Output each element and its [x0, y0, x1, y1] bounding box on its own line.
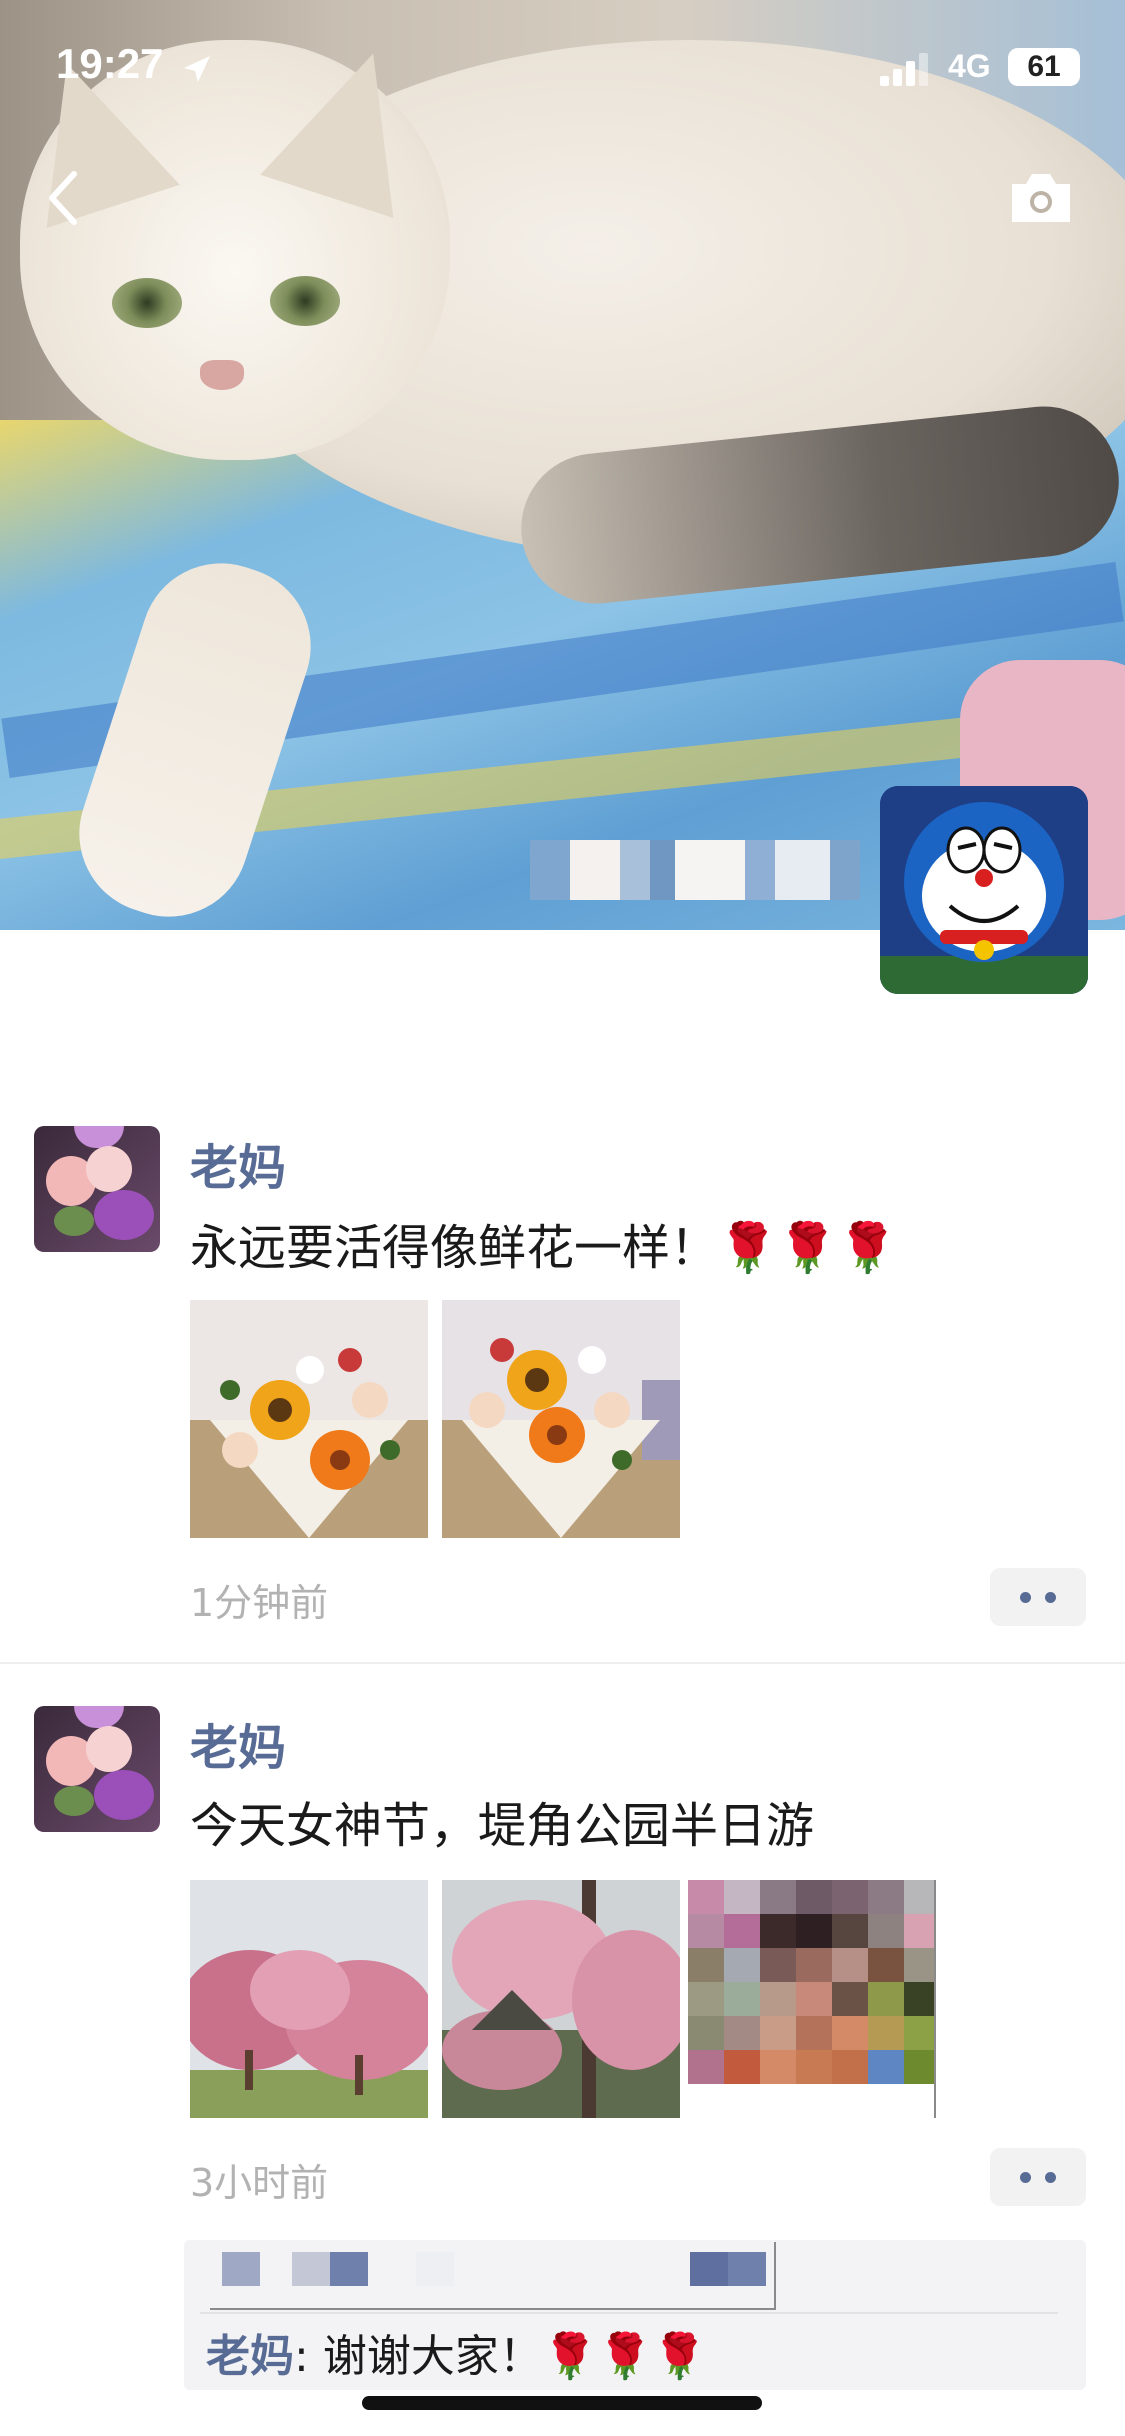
signal-icon [880, 53, 928, 86]
post-image-pixelated[interactable] [688, 1880, 938, 2118]
comment[interactable]: 老妈: 谢谢大家！🌹🌹🌹 [206, 2320, 707, 2384]
post-author-avatar[interactable] [34, 1706, 160, 1832]
comment-author[interactable]: 老妈 [206, 2331, 294, 2382]
profile-avatar[interactable] [880, 786, 1088, 994]
blurred-likes-row [200, 2240, 1058, 2314]
network-type: 4G [948, 48, 991, 84]
likes-comments-panel: 老妈: 谢谢大家！🌹🌹🌹 [184, 2240, 1086, 2390]
post-author-name[interactable]: 老妈 [190, 1128, 286, 1198]
camera-icon[interactable] [1008, 170, 1074, 226]
post-divider [0, 1662, 1125, 1664]
battery-level: 61 [1027, 50, 1061, 83]
post-image-cherry-branch[interactable] [442, 1880, 680, 2118]
comment-text: 谢谢大家！🌹🌹🌹 [308, 2331, 708, 2382]
status-time: 19:27 [56, 40, 164, 87]
post-time: 3小时前 [190, 2161, 329, 2205]
status-bar: 19:27 4G 61 [0, 0, 1125, 140]
battery-icon: 61 [1008, 48, 1080, 86]
post-author-avatar[interactable] [34, 1126, 160, 1252]
post-text: 今天女神节，堤角公园半日游 [190, 1798, 815, 1854]
comment-separator: : [294, 2331, 309, 2382]
location-arrow-icon [184, 56, 210, 82]
post-image-bouquet[interactable] [190, 1300, 428, 1538]
doraemon-avatar-image [880, 786, 1088, 994]
post-time: 1分钟前 [190, 1581, 329, 1625]
back-icon[interactable] [44, 168, 84, 228]
more-actions-button[interactable] [990, 2148, 1086, 2206]
post-image-bouquet[interactable] [442, 1300, 680, 1538]
post-text: 永远要活得像鲜花一样！🌹🌹🌹 [190, 1220, 898, 1276]
cat-eye [112, 278, 182, 328]
post-author-name[interactable]: 老妈 [190, 1708, 286, 1778]
blurred-username [530, 840, 860, 900]
cat-eye [270, 276, 340, 326]
cat-nose [200, 360, 244, 390]
more-actions-button[interactable] [990, 1568, 1086, 1626]
home-indicator[interactable] [362, 2396, 762, 2410]
post-image-cherry-trees[interactable] [190, 1880, 428, 2118]
